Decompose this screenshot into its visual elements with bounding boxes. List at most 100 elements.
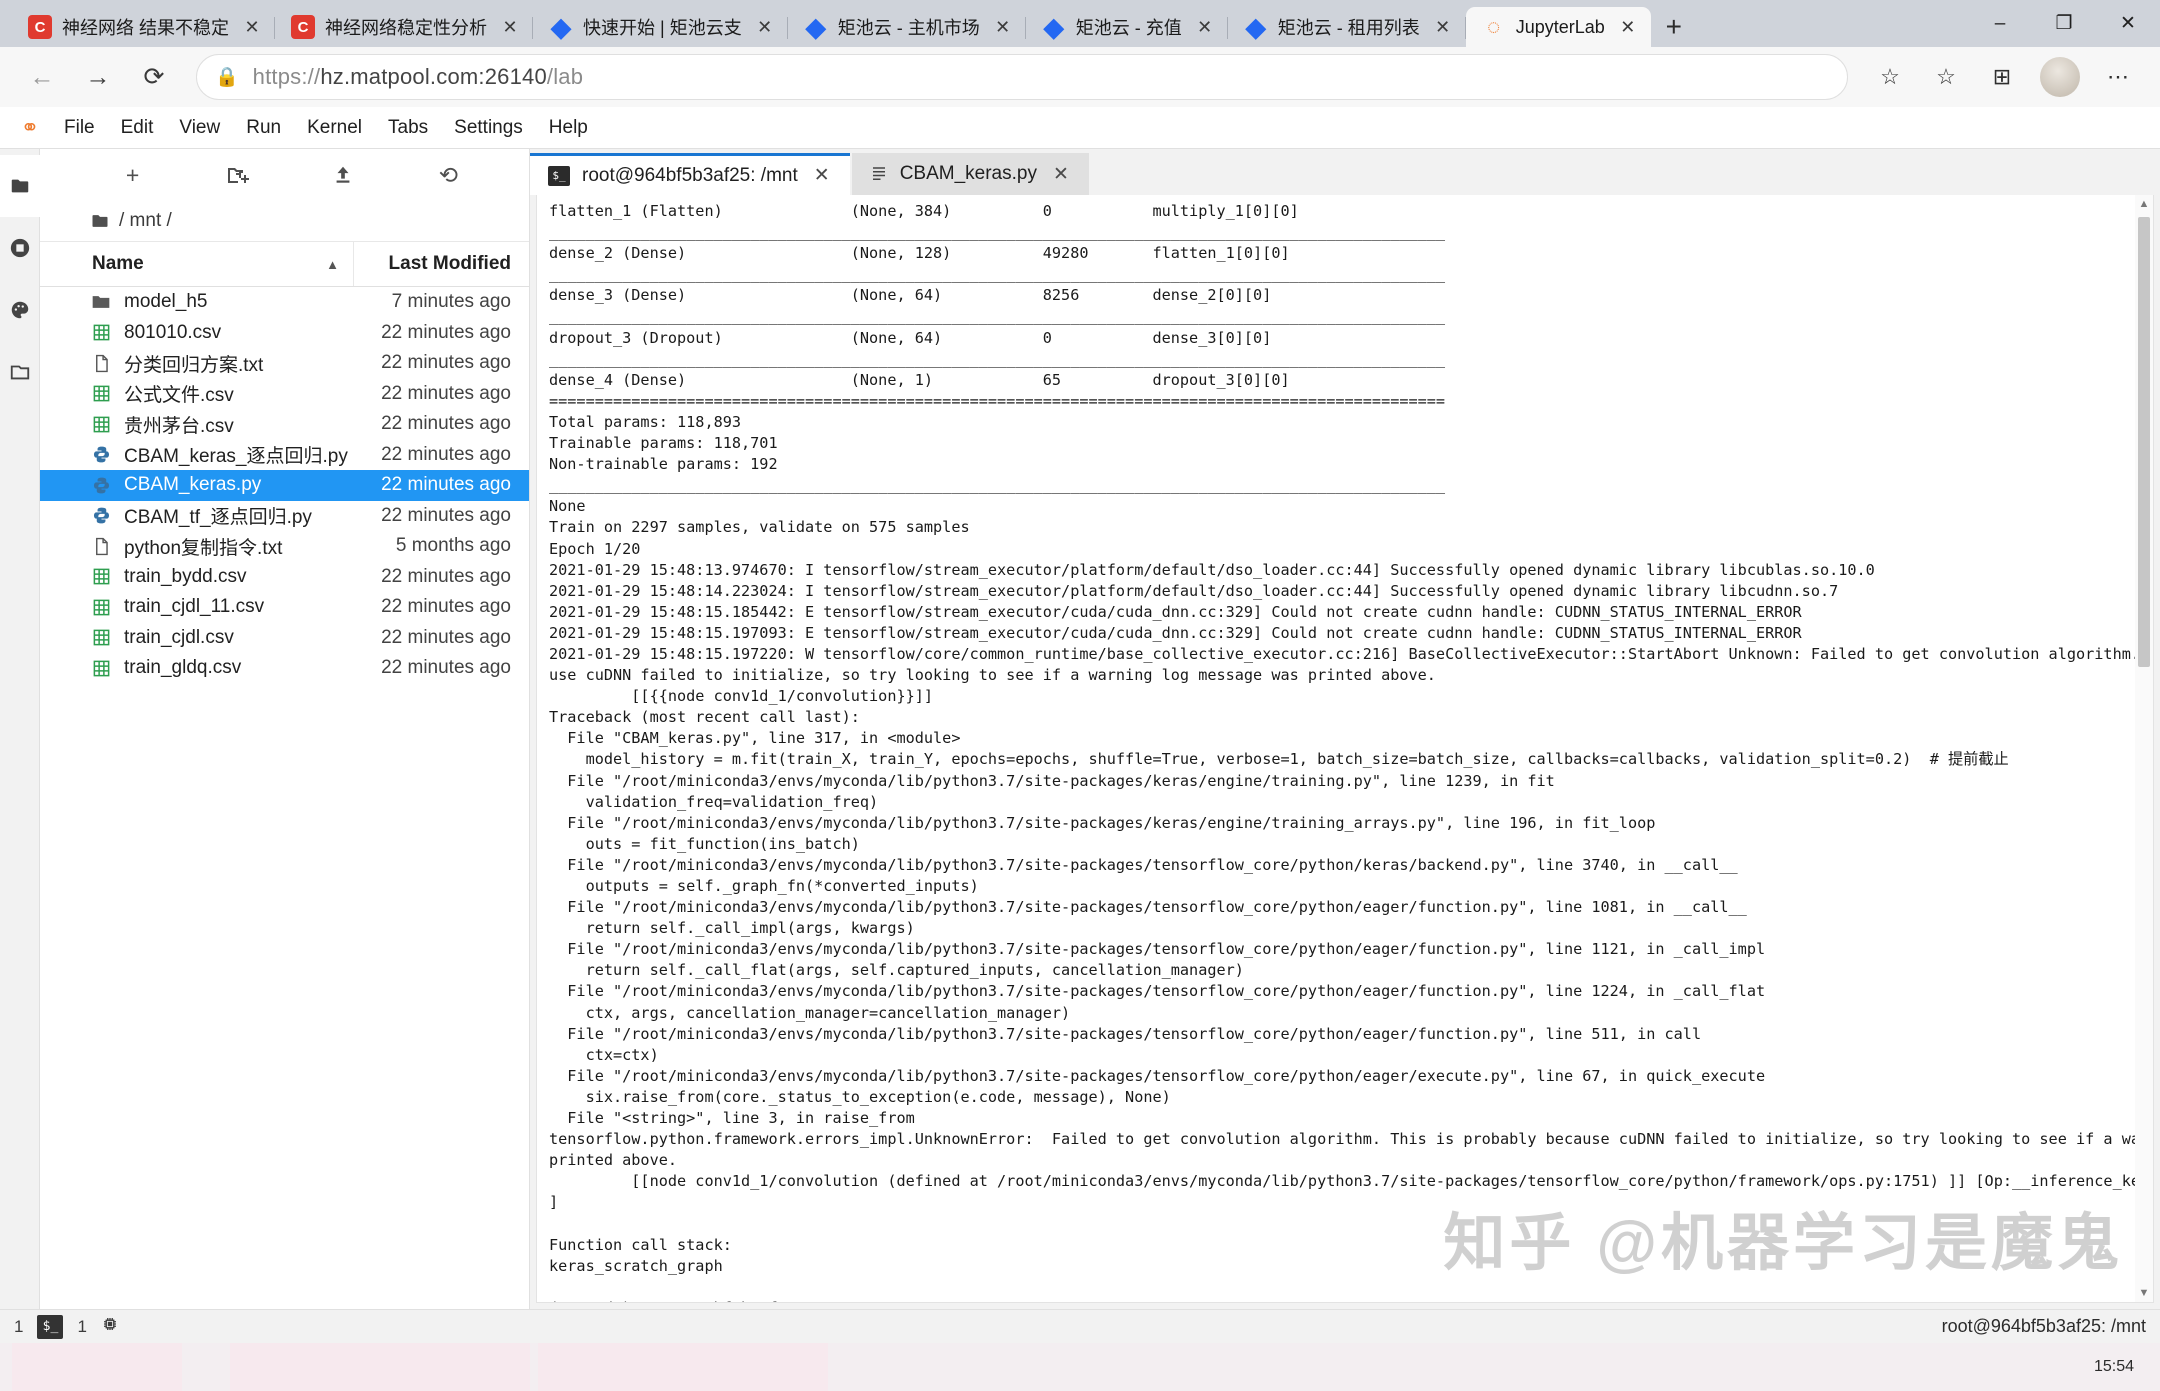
file-last-modified: 22 minutes ago — [354, 383, 529, 405]
file-name: python复制指令.txt — [124, 533, 354, 560]
csv-file-icon — [86, 628, 116, 647]
profile-avatar[interactable] — [2040, 57, 2080, 97]
back-button[interactable]: ← — [16, 54, 68, 100]
menu-item-run[interactable]: Run — [234, 111, 293, 145]
file-list-item[interactable]: 分类回归方案.txt22 minutes ago — [40, 348, 529, 379]
taskbar-clock[interactable]: 15:54 — [2094, 1358, 2160, 1376]
file-list-item[interactable]: train_cjdl.csv22 minutes ago — [40, 623, 529, 654]
file-list-item[interactable]: 贵州茅台.csv22 minutes ago — [40, 409, 529, 440]
browser-tab[interactable]: ◌JupyterLab✕ — [1466, 7, 1651, 47]
browser-tab-title: 快速开始 | 矩池云支 — [583, 14, 742, 40]
terminal-icon[interactable]: $_ — [37, 1315, 63, 1339]
file-list-item[interactable]: train_gldq.csv22 minutes ago — [40, 653, 529, 684]
upload-icon[interactable] — [320, 155, 366, 195]
browser-tab-close-icon[interactable]: ✕ — [752, 14, 778, 40]
scroll-up-arrow[interactable]: ▲ — [2135, 195, 2153, 213]
address-bar[interactable]: 🔒 https://hz.matpool.com:26140/lab — [196, 54, 1848, 100]
browser-tab[interactable]: ◆矩池云 - 租用列表✕ — [1228, 7, 1466, 47]
collections-icon[interactable]: ⊞ — [1976, 54, 2028, 100]
file-browser-icon[interactable] — [0, 155, 40, 217]
terminal-scrollbar[interactable]: ▲ ▼ — [2135, 195, 2153, 1302]
browser-tab-close-icon[interactable]: ✕ — [239, 14, 265, 40]
browser-tab-close-icon[interactable]: ✕ — [1615, 14, 1641, 40]
terminal-count: 1 — [77, 1317, 86, 1337]
menu-item-kernel[interactable]: Kernel — [295, 111, 374, 145]
more-icon[interactable]: ⋯ — [2092, 54, 2144, 100]
browser-tab[interactable]: C神经网络稳定性分析✕ — [275, 7, 533, 47]
document-tab[interactable]: CBAM_keras.py✕ — [852, 153, 1089, 195]
document-tab[interactable]: $_root@964bf5b3af25: /mnt✕ — [530, 153, 850, 195]
jupyter-logo: ⚭ — [10, 111, 50, 145]
terminal-panel[interactable]: flatten_1 (Flatten) (None, 384) 0 multip… — [536, 195, 2154, 1303]
new-tab-button[interactable]: + — [1651, 7, 1697, 47]
running-terminals-icon[interactable] — [0, 217, 40, 279]
document-tab-close-icon[interactable]: ✕ — [810, 164, 834, 187]
file-text-icon — [870, 165, 888, 183]
cpu-icon[interactable] — [101, 1315, 119, 1338]
file-list-item[interactable]: CBAM_keras.py22 minutes ago — [40, 470, 529, 501]
file-last-modified: 22 minutes ago — [354, 505, 529, 527]
new-launcher-button[interactable]: + — [110, 155, 156, 195]
document-tab-close-icon[interactable]: ✕ — [1049, 163, 1073, 186]
scroll-thumb[interactable] — [2138, 217, 2150, 667]
file-list-item[interactable]: CBAM_tf_逐点回归.py22 minutes ago — [40, 501, 529, 532]
file-last-modified: 22 minutes ago — [354, 352, 529, 374]
browser-tab[interactable]: ◆矩池云 - 充值✕ — [1026, 7, 1228, 47]
file-list-item[interactable]: 801010.csv22 minutes ago — [40, 318, 529, 349]
csv-file-icon — [86, 415, 116, 434]
browser-tab[interactable]: ◆矩池云 - 主机市场✕ — [788, 7, 1026, 47]
matpool-icon: ◆ — [804, 15, 828, 39]
column-header-name[interactable]: Name ▲ — [40, 242, 354, 286]
csv-file-icon — [86, 323, 116, 342]
column-header-last-modified[interactable]: Last Modified — [354, 242, 529, 286]
minimize-button[interactable]: – — [1968, 0, 2032, 47]
file-name: train_cjdl_11.csv — [124, 596, 354, 618]
breadcrumb-path: / mnt / — [119, 210, 172, 232]
breadcrumb[interactable]: / mnt / — [40, 201, 529, 241]
new-folder-icon[interactable] — [215, 155, 261, 195]
menu-item-file[interactable]: File — [52, 111, 107, 145]
scroll-down-arrow[interactable]: ▼ — [2135, 1284, 2153, 1302]
file-list-item[interactable]: python复制指令.txt5 months ago — [40, 531, 529, 562]
menu-item-edit[interactable]: Edit — [109, 111, 166, 145]
file-name: 801010.csv — [124, 322, 354, 344]
open-tabs-icon[interactable] — [0, 341, 40, 403]
jupyterlab-menubar: ⚭ FileEditViewRunKernelTabsSettingsHelp — [0, 107, 2160, 149]
file-list-item[interactable]: model_h57 minutes ago — [40, 287, 529, 318]
url-scheme: https:// — [253, 64, 321, 89]
maximize-button[interactable]: ❐ — [2032, 0, 2096, 47]
file-list-item[interactable]: train_cjdl_11.csv22 minutes ago — [40, 592, 529, 623]
status-bar: 1 $_ 1 root@964bf5b3af25: /mnt — [0, 1309, 2160, 1343]
browser-tab-close-icon[interactable]: ✕ — [1192, 14, 1218, 40]
menu-item-tabs[interactable]: Tabs — [376, 111, 440, 145]
close-window-button[interactable]: ✕ — [2096, 0, 2160, 47]
menu-item-view[interactable]: View — [167, 111, 232, 145]
browser-tab[interactable]: C神经网络 结果不稳定✕ — [12, 7, 275, 47]
browser-tab-close-icon[interactable]: ✕ — [497, 14, 523, 40]
file-last-modified: 22 minutes ago — [354, 566, 529, 588]
browser-tab-close-icon[interactable]: ✕ — [990, 14, 1016, 40]
file-last-modified: 22 minutes ago — [354, 322, 529, 344]
csdn-icon: C — [28, 15, 52, 39]
reload-button[interactable]: ⟳ — [128, 54, 180, 100]
refresh-icon[interactable]: ⟲ — [425, 155, 471, 195]
menu-item-help[interactable]: Help — [537, 111, 600, 145]
matpool-icon: ◆ — [1042, 15, 1066, 39]
file-name: CBAM_keras_逐点回归.py — [124, 441, 354, 468]
file-list-item[interactable]: train_bydd.csv22 minutes ago — [40, 562, 529, 593]
browser-tab[interactable]: ◆快速开始 | 矩池云支✕ — [533, 7, 788, 47]
file-browser-toolbar: + ⟲ — [40, 149, 529, 201]
taskbar-item[interactable] — [12, 1343, 182, 1391]
taskbar-item[interactable] — [538, 1343, 828, 1391]
taskbar-item[interactable] — [230, 1343, 530, 1391]
csv-file-icon — [86, 659, 116, 678]
status-bar-terminal-title: root@964bf5b3af25: /mnt — [1942, 1316, 2146, 1337]
forward-button[interactable]: → — [72, 54, 124, 100]
add-favorite-icon[interactable]: ☆ — [1864, 54, 1916, 100]
favorites-icon[interactable]: ☆ — [1920, 54, 1972, 100]
browser-tab-close-icon[interactable]: ✕ — [1430, 14, 1456, 40]
palette-icon[interactable] — [0, 279, 40, 341]
file-list-item[interactable]: 公式文件.csv22 minutes ago — [40, 379, 529, 410]
menu-item-settings[interactable]: Settings — [442, 111, 535, 145]
file-list-item[interactable]: CBAM_keras_逐点回归.py22 minutes ago — [40, 440, 529, 471]
